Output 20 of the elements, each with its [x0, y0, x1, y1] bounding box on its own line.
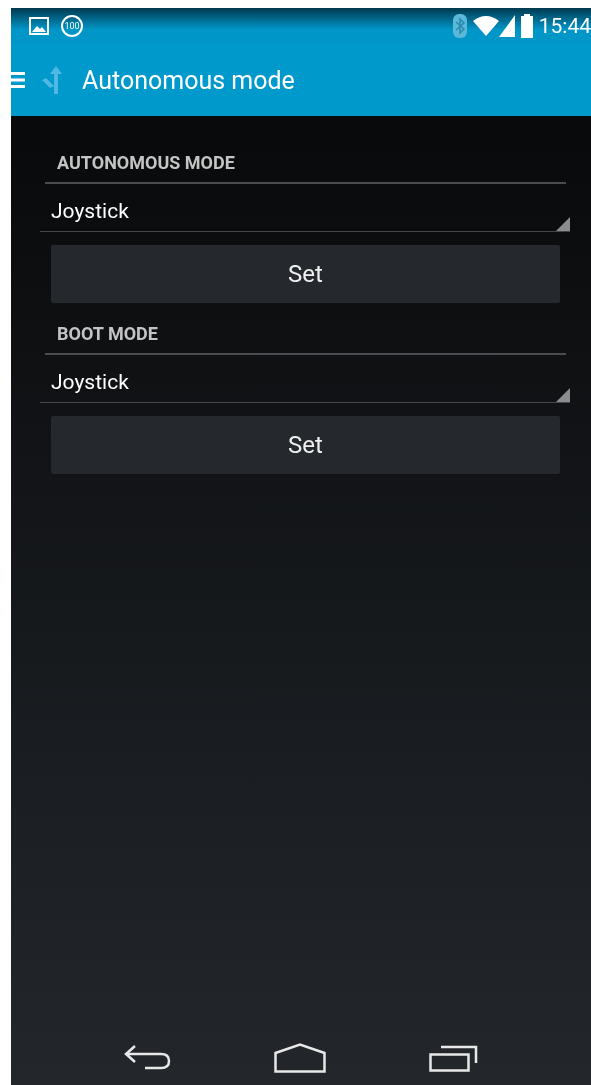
recent-apps-icon[interactable]: [429, 1043, 480, 1072]
battery-icon: [520, 14, 533, 38]
clock: 15:44: [538, 14, 591, 38]
mode-dropdown[interactable]: Joystick: [40, 355, 570, 403]
section-heading: AUTONOMOUS MODE: [45, 132, 566, 184]
set-button[interactable]: Set: [51, 416, 560, 474]
mode-dropdown[interactable]: Joystick: [40, 184, 570, 232]
bluetooth-icon: [452, 14, 467, 38]
back-icon[interactable]: [122, 1043, 171, 1072]
dropdown-corner-icon: [556, 217, 570, 231]
notification-badge: 100: [61, 15, 83, 37]
home-icon[interactable]: [274, 1042, 326, 1073]
dropdown-corner-icon: [556, 388, 570, 402]
gallery-icon: [29, 17, 49, 35]
wifi-icon: [472, 16, 499, 36]
screen-title: Autonomous mode: [82, 65, 295, 95]
menu-icon[interactable]: [11, 72, 25, 88]
section-heading: BOOT MODE: [45, 303, 566, 355]
signal-icon: [498, 15, 515, 37]
set-button[interactable]: Set: [51, 245, 560, 303]
